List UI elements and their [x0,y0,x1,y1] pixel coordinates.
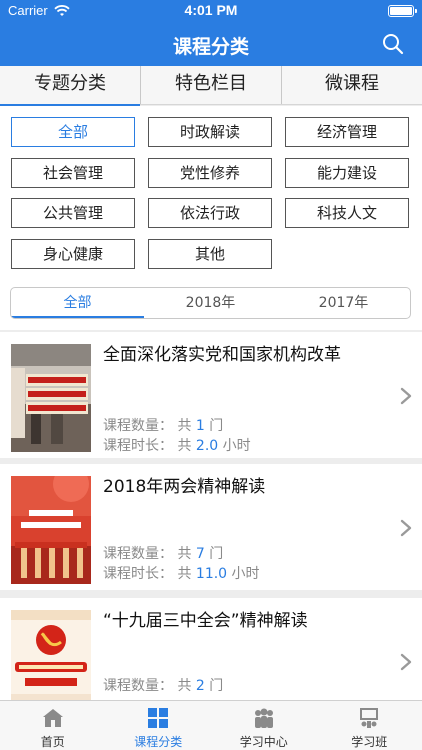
category-law[interactable]: 依法行政 [148,198,272,228]
search-icon[interactable] [382,33,404,55]
year-2017[interactable]: 2017年 [277,288,410,318]
nav-bar: 课程分类 [0,22,422,66]
category-ability[interactable]: 能力建设 [285,158,409,188]
chevron-right-icon [400,519,412,537]
course-count: 课程数量： 共 1 门 [103,418,224,434]
year-all[interactable]: 全部 [11,288,144,318]
grid-icon [148,708,169,728]
course-duration: 课程时长： 共 11.0 小时 [103,566,260,582]
course-thumbnail [11,344,91,452]
bottom-tab-bar: 首页 课程分类 学习中心 学习班 [0,700,422,750]
tab-home[interactable]: 首页 [0,701,106,750]
clock: 4:01 PM [184,2,238,18]
course-count: 课程数量： 共 2 门 [103,678,224,694]
tab-featured[interactable]: 特色栏目 [141,66,282,104]
tab-learning-center[interactable]: 学习中心 [211,701,317,750]
category-economy[interactable]: 经济管理 [285,117,409,147]
category-all[interactable]: 全部 [11,117,135,147]
people-icon [254,708,273,728]
category-health[interactable]: 身心健康 [11,239,135,269]
course-title: “十九届三中全会”精神解读 [103,611,308,631]
year-2018[interactable]: 2018年 [144,288,277,318]
course-thumbnail [11,476,91,584]
tab-course-category[interactable]: 课程分类 [106,701,212,750]
category-tabs: 专题分类 特色栏目 微课程 [0,66,422,107]
tab-study-class[interactable]: 学习班 [317,701,422,750]
course-item[interactable]: 2018年两会精神解读 课程数量： 共 7 门 课程时长： 共 11.0 小时 [0,464,422,590]
course-count: 课程数量： 共 7 门 [103,546,224,562]
course-title: 2018年两会精神解读 [103,477,266,497]
tab-topic[interactable]: 专题分类 [0,66,141,107]
category-other[interactable]: 其他 [148,239,272,269]
status-bar: Carrier 4:01 PM [0,0,422,22]
tab-micro[interactable]: 微课程 [282,66,422,104]
category-public[interactable]: 公共管理 [11,198,135,228]
category-grid: 全部 时政解读 经济管理 社会管理 党性修养 能力建设 公共管理 依法行政 科技… [0,106,422,282]
course-duration: 课程时长： 共 2.0 小时 [103,438,251,454]
home-icon [42,709,63,727]
category-politics[interactable]: 时政解读 [148,117,272,147]
course-title: 全面深化落实党和国家机构改革 [103,345,341,365]
course-item[interactable]: 全面深化落实党和国家机构改革 课程数量： 共 1 门 课程时长： 共 2.0 小… [0,332,422,458]
category-party[interactable]: 党性修养 [148,158,272,188]
year-filter: 全部 2018年 2017年 [0,282,422,330]
category-social[interactable]: 社会管理 [11,158,135,188]
battery-icon [388,5,417,17]
category-tech[interactable]: 科技人文 [285,198,409,228]
chevron-right-icon [400,387,412,405]
page-title: 课程分类 [172,36,249,58]
chevron-right-icon [400,653,412,671]
class-icon [360,708,379,728]
